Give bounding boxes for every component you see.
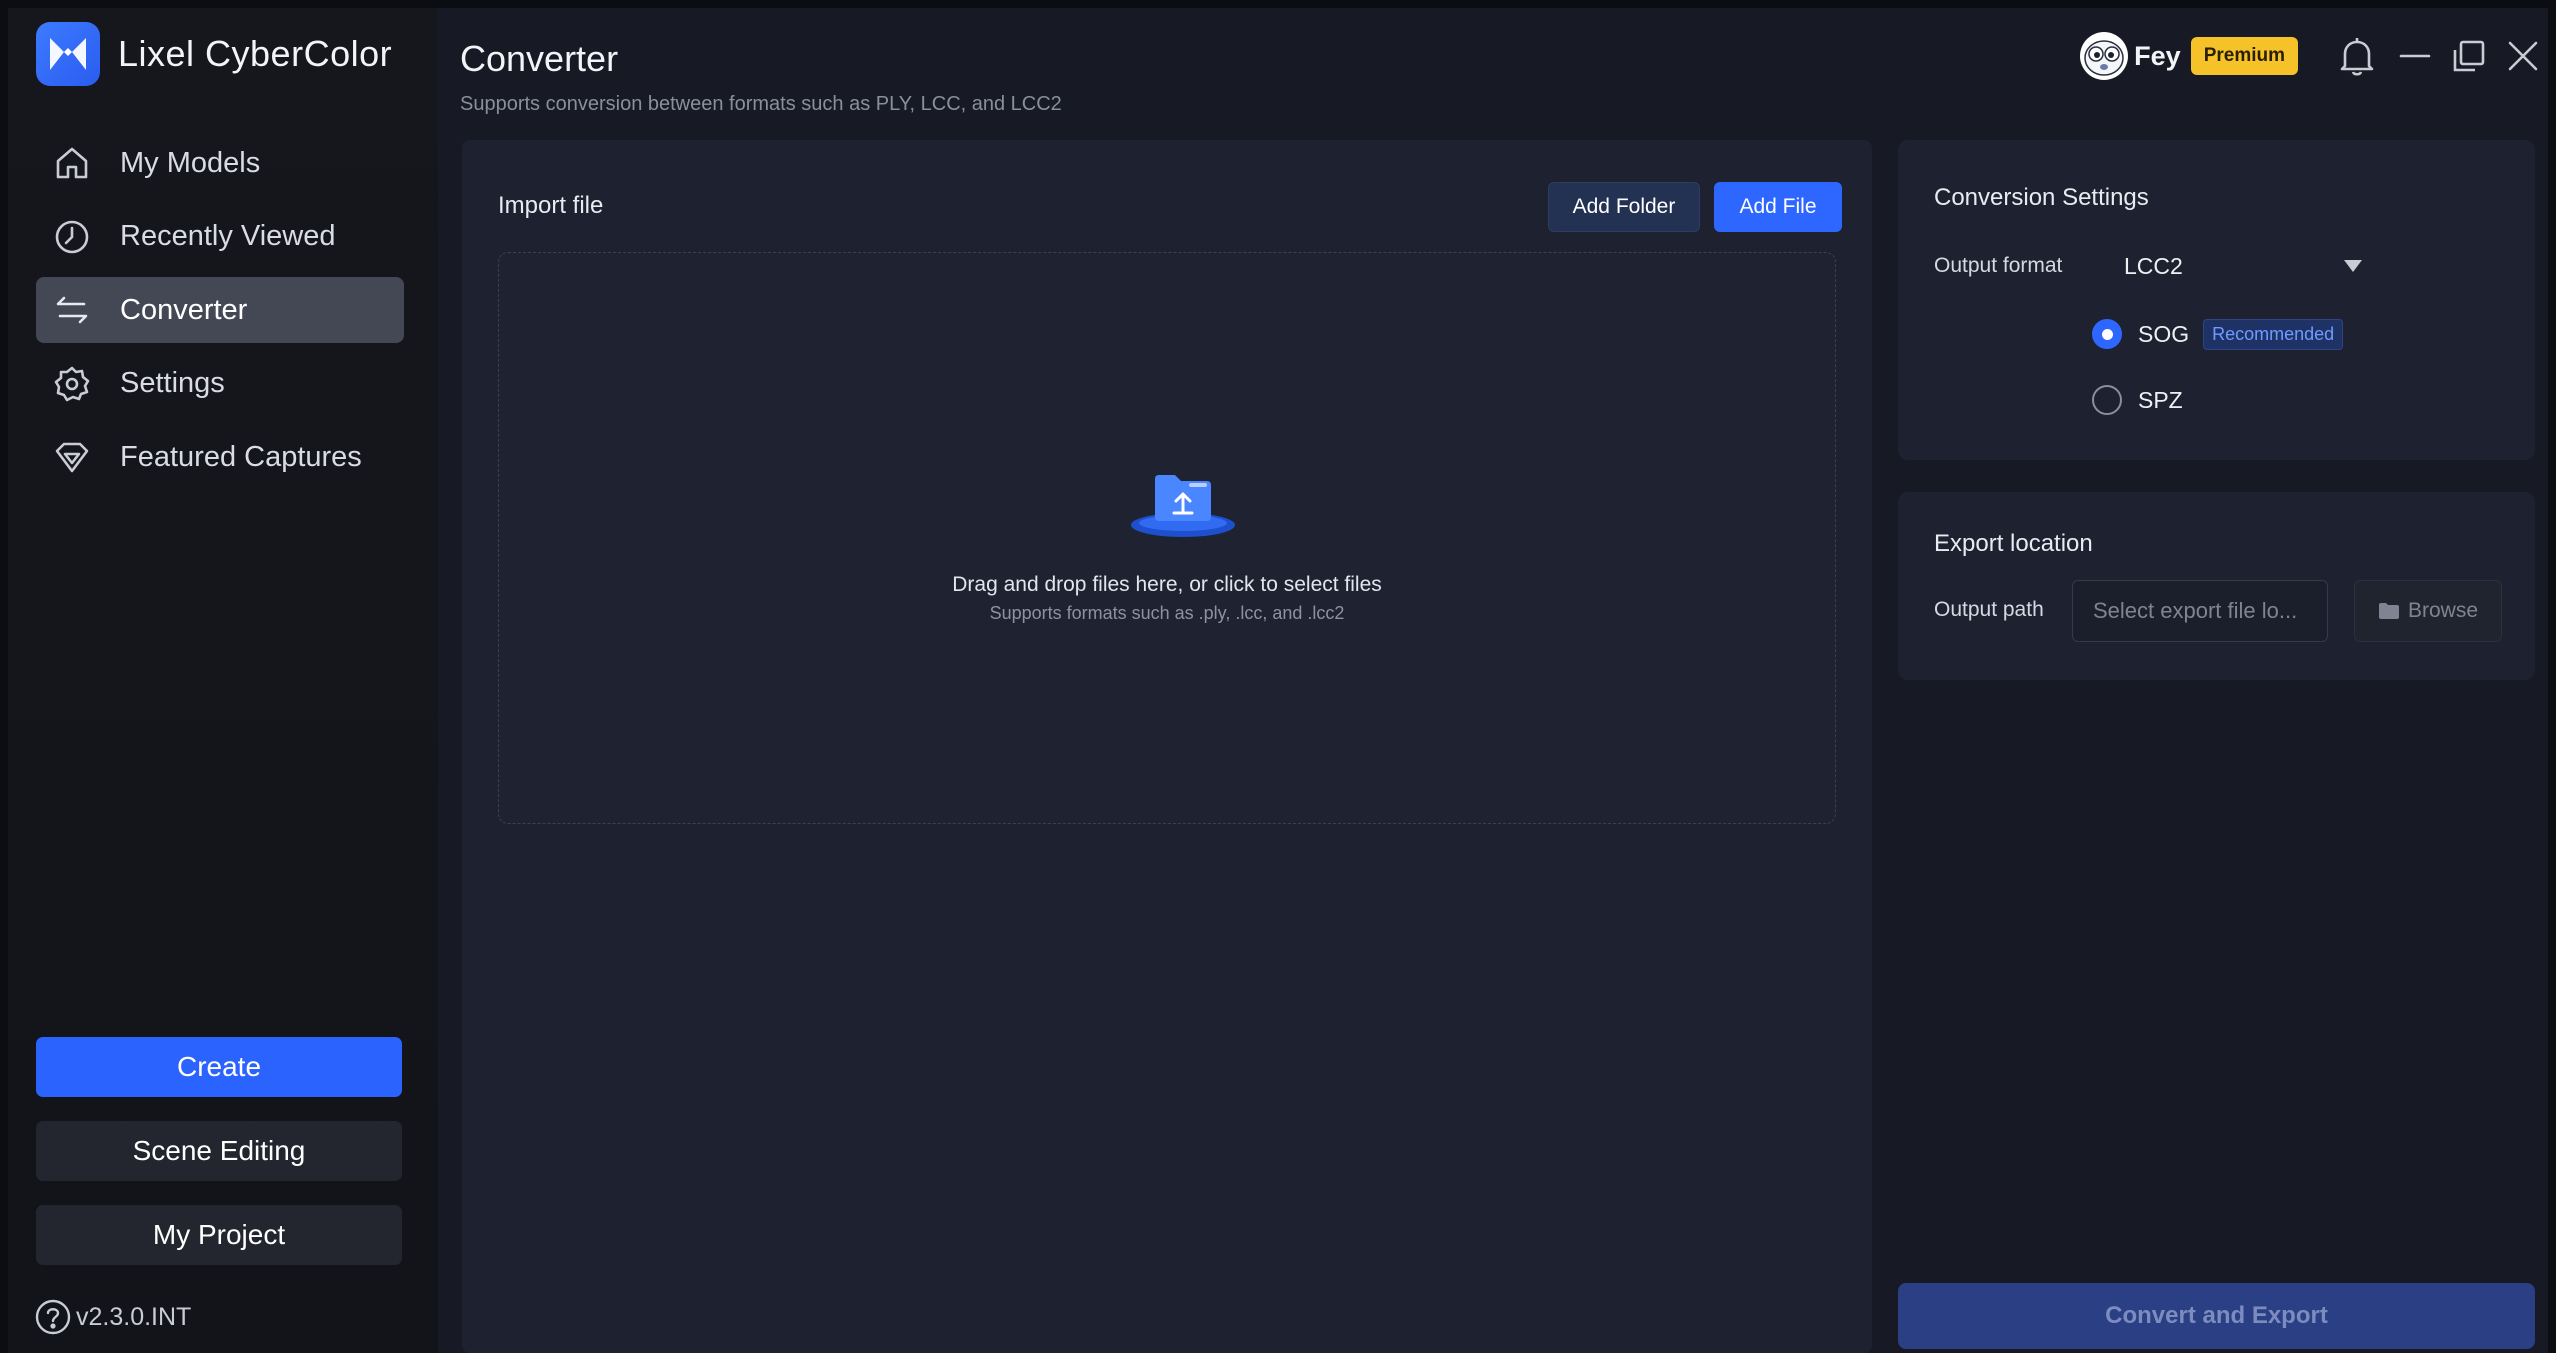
sidebar-item-label: Featured Captures xyxy=(120,440,362,473)
premium-badge[interactable]: Premium xyxy=(2190,37,2298,75)
export-location-title: Export location xyxy=(1934,530,2093,557)
sidebar: Lixel CyberColor My Models Recently View… xyxy=(8,8,438,1353)
convert-and-export-button[interactable]: Convert and Export xyxy=(1898,1283,2535,1349)
output-format-select[interactable]: LCC2 xyxy=(2124,242,2364,290)
my-project-button[interactable]: My Project xyxy=(36,1205,402,1265)
page-title: Converter xyxy=(460,38,619,79)
radio-label-sog: SOG xyxy=(2138,320,2190,347)
sidebar-item-my-models[interactable]: My Models xyxy=(36,130,404,196)
radio-sog[interactable] xyxy=(2092,319,2122,349)
browse-button[interactable]: Browse xyxy=(2354,580,2502,642)
bell-icon[interactable] xyxy=(2332,31,2382,81)
clock-icon xyxy=(52,217,92,257)
user-name[interactable]: Fey xyxy=(2134,41,2181,72)
convert-arrows-icon xyxy=(52,290,92,330)
app-window: Lixel CyberColor My Models Recently View… xyxy=(8,8,2548,1353)
sidebar-item-label: Recently Viewed xyxy=(120,220,336,252)
version-label: v2.3.0.INT xyxy=(76,1302,192,1331)
close-icon[interactable] xyxy=(2498,31,2548,81)
add-file-button[interactable]: Add File xyxy=(1714,182,1842,232)
title-bar-controls: Fey Premium xyxy=(2080,26,2548,86)
app-name: Lixel CyberColor xyxy=(118,33,393,74)
home-icon xyxy=(52,143,92,183)
caret-down-icon xyxy=(2342,253,2364,280)
add-folder-button[interactable]: Add Folder xyxy=(1548,182,1700,232)
format-option-spz[interactable]: SPZ xyxy=(2092,380,2197,420)
sidebar-item-label: Converter xyxy=(120,293,248,326)
radio-spz[interactable] xyxy=(2092,385,2122,415)
maximize-icon[interactable] xyxy=(2444,31,2494,81)
scene-editing-button[interactable]: Scene Editing xyxy=(36,1121,402,1181)
import-label: Import file xyxy=(498,192,604,219)
sidebar-item-label: Settings xyxy=(120,367,225,399)
sidebar-item-recently-viewed[interactable]: Recently Viewed xyxy=(36,204,404,270)
dropzone-instructions: Drag and drop files here, or click to se… xyxy=(952,573,1382,596)
import-panel: Import file Add Folder Add File Drag and… xyxy=(462,140,1872,1353)
output-format-label: Output format xyxy=(1934,254,2063,277)
dropzone-supported-formats: Supports formats such as .ply, .lcc, and… xyxy=(989,603,1345,623)
sidebar-item-settings[interactable]: Settings xyxy=(36,351,404,417)
recommended-badge: Recommended xyxy=(2203,318,2344,350)
help-icon[interactable] xyxy=(34,1298,72,1336)
file-dropzone[interactable]: Drag and drop files here, or click to se… xyxy=(498,252,1836,824)
brand: Lixel CyberColor xyxy=(36,22,392,86)
format-option-sog[interactable]: SOG Recommended xyxy=(2092,314,2344,354)
sidebar-item-label: My Models xyxy=(120,146,261,179)
folder-icon xyxy=(2378,603,2399,619)
sidebar-item-featured-captures[interactable]: Featured Captures xyxy=(36,424,404,490)
output-format-value: LCC2 xyxy=(2124,252,2183,279)
minimize-icon[interactable] xyxy=(2390,31,2440,81)
radio-label-spz: SPZ xyxy=(2138,386,2183,413)
avatar[interactable] xyxy=(2080,32,2129,80)
export-location-panel: Export location Output path Select expor… xyxy=(1898,492,2535,680)
create-button[interactable]: Create xyxy=(36,1037,402,1097)
app-logo-icon xyxy=(36,22,100,86)
browse-label: Browse xyxy=(2407,599,2479,622)
sidebar-nav: My Models Recently Viewed Converter Sett… xyxy=(36,130,404,498)
conversion-settings-panel: Conversion Settings Output format LCC2 S… xyxy=(1898,140,2535,460)
sidebar-item-converter[interactable]: Converter xyxy=(36,277,404,343)
page-subtitle: Supports conversion between formats such… xyxy=(460,93,1062,115)
folder-upload-icon xyxy=(1129,463,1237,544)
diamond-icon xyxy=(52,437,92,477)
version-info: v2.3.0.INT xyxy=(34,1298,191,1336)
output-path-label: Output path xyxy=(1934,598,2044,621)
gear-icon xyxy=(52,364,92,404)
output-path-input[interactable]: Select export file lo... xyxy=(2072,580,2328,642)
conversion-settings-title: Conversion Settings xyxy=(1934,184,2149,211)
